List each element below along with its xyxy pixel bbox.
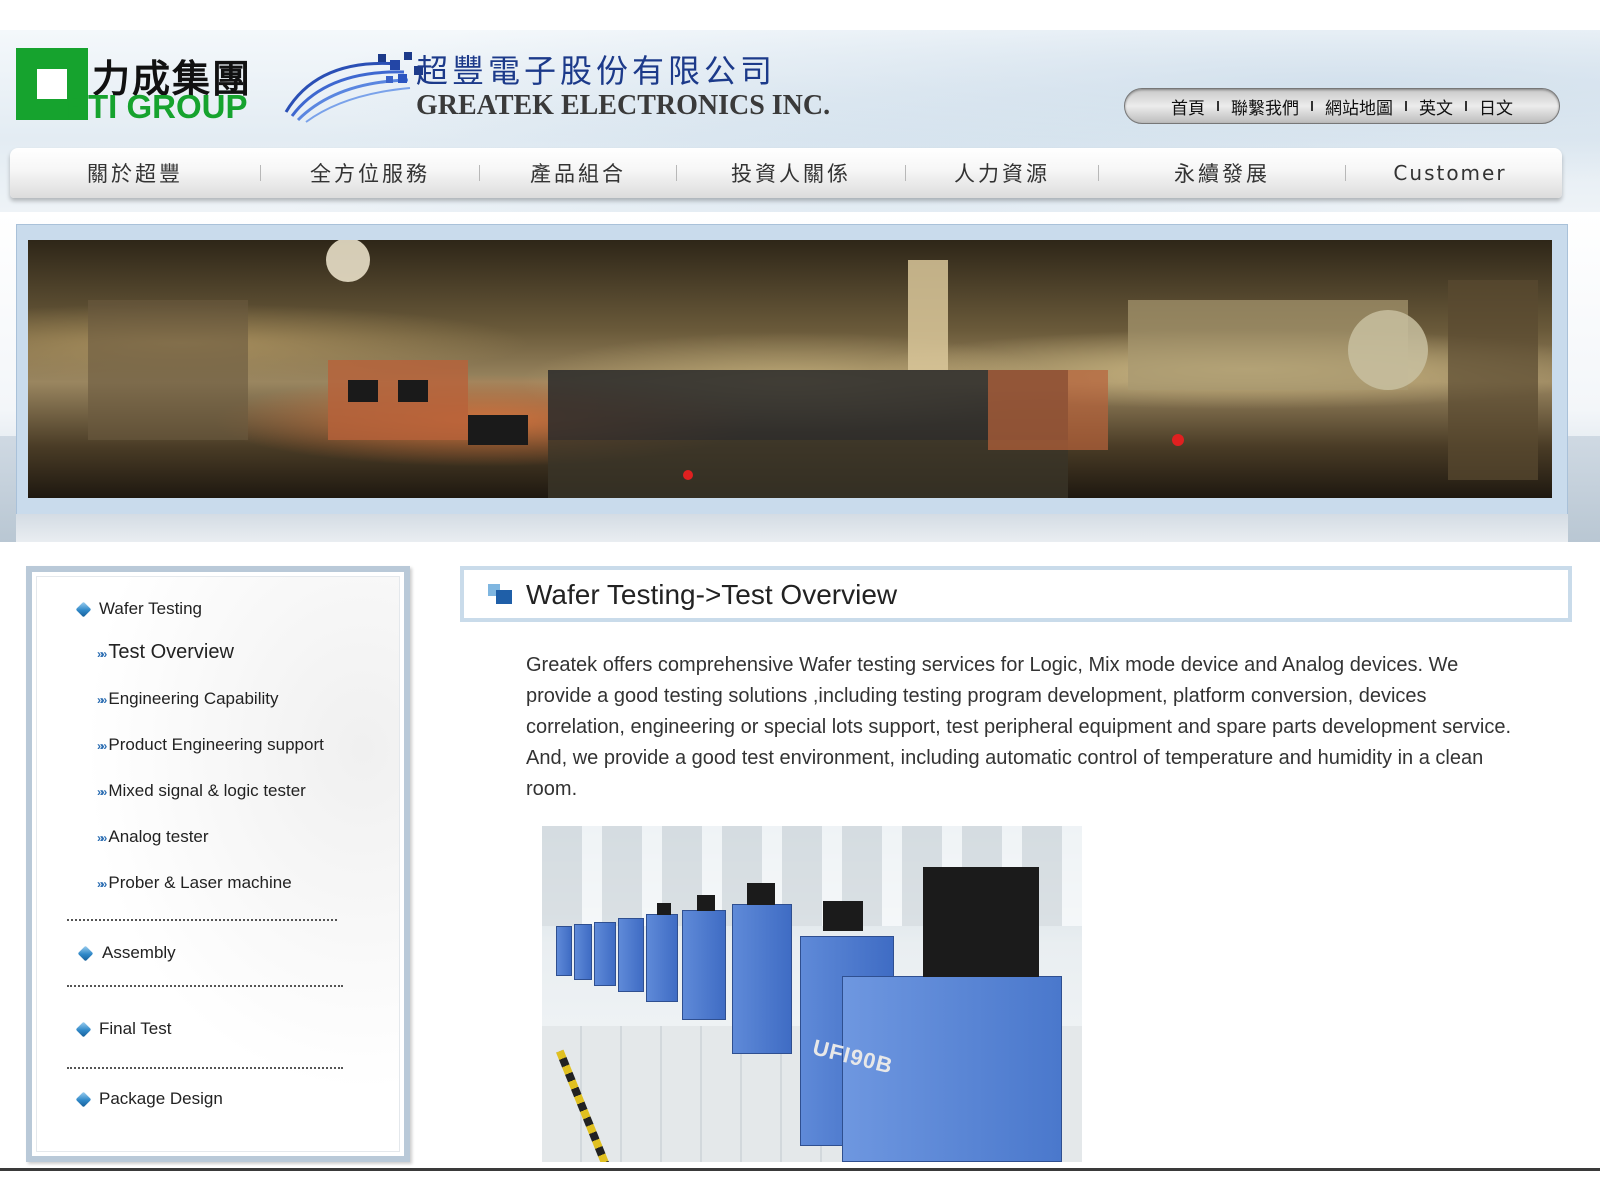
sidebar-item-label: Engineering Capability [108, 689, 279, 708]
double-chevron-icon: »» [97, 739, 108, 753]
sidebar-item-test-overview[interactable]: »» Test Overview [97, 641, 234, 664]
sidebar-item-mixed-signal-logic-tester[interactable]: »» Mixed signal & logic tester [97, 781, 306, 801]
greatek-name-english: GREATEK ELECTRONICS INC. [416, 90, 831, 121]
link-japanese[interactable]: 日文 [1467, 94, 1525, 119]
greatek-swoosh-icon [284, 52, 423, 123]
blue-cube-icon [77, 945, 94, 962]
dotted-divider [67, 919, 337, 921]
top-utility-links: 首頁 聯繫我們 網站地圖 英文 日文 [1124, 88, 1560, 124]
tester-machine [618, 918, 644, 992]
double-chevron-icon: »» [97, 877, 108, 891]
sidebar-inner-panel: Wafer Testing »» Test Overview »» Engineer… [36, 576, 400, 1152]
sidebar-item-label: Mixed signal & logic tester [108, 781, 306, 800]
tester-machine [574, 924, 592, 980]
nav-investors[interactable]: 投資人關係 [677, 158, 905, 188]
nav-about[interactable]: 關於超豐 [10, 158, 260, 188]
sidebar-item-label: Prober & Laser machine [108, 873, 292, 892]
blue-cube-icon [75, 1091, 92, 1108]
page-title: Wafer Testing->Test Overview [526, 579, 898, 610]
dotted-divider [67, 1067, 343, 1069]
sidebar-category-assembly[interactable]: Assembly [102, 943, 176, 963]
tester-machine [732, 883, 792, 1054]
banner-equipment-image [28, 240, 1552, 498]
sidebar-item-label: Product Engineering support [108, 735, 324, 754]
greatek-logo[interactable]: 超豐電子股份有限公司 GREATEK ELECTRONICS INC. [278, 44, 838, 136]
pti-logo-english: PTI GROUP [66, 88, 248, 125]
nav-sustainability[interactable]: 永續發展 [1099, 158, 1345, 188]
page-bottom-rule [0, 1168, 1600, 1171]
banner-bottom-strip [16, 514, 1568, 542]
tester-machine [556, 926, 572, 976]
pti-group-logo[interactable]: 力成集團 PTI GROUP [16, 48, 256, 132]
sidebar-item-prober-laser-machine[interactable]: »» Prober & Laser machine [97, 873, 292, 893]
greatek-name-chinese: 超豐電子股份有限公司 [416, 52, 777, 90]
content-description: Greatek offers comprehensive Wafer testi… [526, 654, 1511, 800]
double-chevron-icon: »» [97, 785, 108, 799]
sidebar-item-analog-tester[interactable]: »» Analog tester [97, 827, 209, 847]
nav-human-resources[interactable]: 人力資源 [906, 158, 1098, 188]
double-chevron-icon: »» [97, 647, 108, 661]
blue-cube-icon [75, 1021, 92, 1038]
tester-machine [646, 903, 678, 1002]
main-navigation: 關於超豐 全方位服務 產品組合 投資人關係 人力資源 永續發展 Customer [10, 148, 1562, 198]
dotted-divider [67, 985, 343, 987]
sidebar-item-engineering-capability[interactable]: »» Engineering Capability [97, 689, 278, 709]
nav-customer[interactable]: Customer [1346, 161, 1554, 185]
double-chevron-icon: »» [97, 693, 108, 707]
blue-squares-icon [488, 584, 512, 604]
link-contact-us[interactable]: 聯繫我們 [1219, 94, 1311, 119]
content-title-box: Wafer Testing->Test Overview [460, 566, 1572, 622]
sidebar-item-label: Test Overview [108, 641, 234, 663]
sidebar-item-label: Analog tester [108, 827, 209, 846]
link-home[interactable]: 首頁 [1159, 94, 1217, 119]
sidebar-item-product-engineering-support[interactable]: »» Product Engineering support [97, 735, 324, 755]
sidebar-category-wafer-testing[interactable]: Wafer Testing [99, 599, 202, 619]
sidebar-category-package-design[interactable]: Package Design [99, 1089, 223, 1109]
nav-products[interactable]: 產品組合 [480, 158, 676, 188]
sidebar-category-final-test[interactable]: Final Test [99, 1019, 171, 1039]
nav-services[interactable]: 全方位服務 [261, 158, 479, 188]
blue-cube-icon [75, 601, 92, 618]
cleanroom-tester-photo: UFI90B [542, 826, 1082, 1162]
banner-machinery-illustration [88, 240, 1538, 498]
link-english[interactable]: 英文 [1407, 94, 1465, 119]
tester-machine [594, 922, 616, 986]
tester-machine [682, 895, 726, 1020]
site-header: 力成集團 PTI GROUP 超豐電子股份有限公司 GREATEK ELECTR… [0, 30, 1600, 212]
link-sitemap[interactable]: 網站地圖 [1313, 94, 1405, 119]
double-chevron-icon: »» [97, 831, 108, 845]
sidebar-menu: Wafer Testing »» Test Overview »» Engineer… [26, 566, 410, 1162]
